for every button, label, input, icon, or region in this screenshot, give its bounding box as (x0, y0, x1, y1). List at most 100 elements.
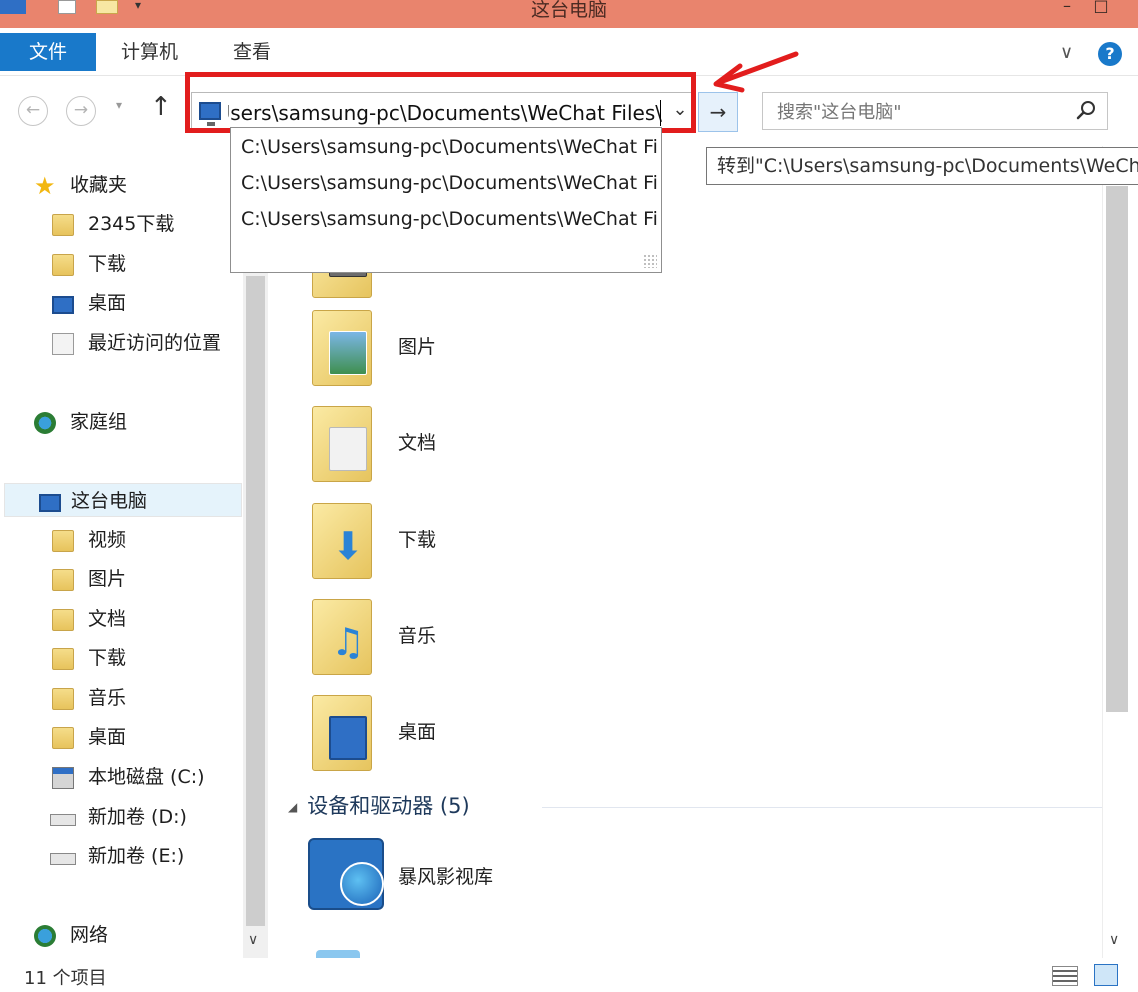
title-bar: ▾ 这台电脑 – □ (0, 0, 1138, 28)
sidebar-item-homegroup[interactable]: 家庭组 (30, 405, 270, 439)
drive-icon (50, 814, 76, 826)
content-scroll-thumb[interactable] (1106, 186, 1128, 712)
list-item[interactable]: 暴风影视库 (308, 838, 728, 918)
ribbon: 文件 计算机 查看 ∨ ? (0, 28, 1138, 76)
sidebar-item-label: 网络 (70, 924, 109, 946)
music-folder-icon (52, 688, 74, 710)
item-count: 11 个项目 (24, 968, 107, 989)
devices-group-header[interactable]: ◢ 设备和驱动器 (5) (288, 790, 1102, 826)
sidebar-item-label: 新加卷 (D:) (88, 806, 187, 828)
desktop-icon (52, 296, 74, 314)
downloads-folder-icon (52, 648, 74, 670)
network-icon (34, 925, 56, 947)
list-item[interactable]: 图片 (308, 308, 728, 398)
desktop-overlay (329, 716, 367, 760)
homegroup-icon (34, 412, 56, 434)
search-input[interactable] (777, 100, 1067, 124)
sidebar-item-label: 下载 (88, 253, 127, 275)
device-name: 暴风影视库 (398, 866, 494, 888)
local-disk-icon (52, 767, 74, 789)
list-item[interactable]: ⬇ 下载 (308, 501, 728, 591)
sidebar-item-label: 这台电脑 (71, 490, 148, 512)
back-button[interactable]: ← (18, 96, 48, 126)
sidebar-item-label: 下载 (88, 647, 127, 669)
sidebar-item-this-pc[interactable]: 这台电脑 (4, 483, 242, 517)
sidebar-item-label: 音乐 (88, 687, 127, 709)
desktop-folder-icon (52, 727, 74, 749)
sidebar-item-label: 文档 (88, 608, 127, 630)
search-box[interactable] (762, 92, 1108, 130)
minimize-button[interactable]: – (1056, 0, 1078, 18)
maximize-button[interactable]: □ (1090, 0, 1112, 18)
sidebar-item-label: 新加卷 (E:) (88, 845, 185, 867)
sidebar-item-label: 收藏夹 (70, 174, 128, 196)
search-icon[interactable] (1075, 99, 1097, 121)
sidebar-item-network[interactable]: 网络 (30, 918, 270, 952)
large-icons-view-icon[interactable] (1094, 964, 1118, 986)
status-bar: 11 个项目 (0, 958, 1138, 992)
up-button[interactable]: ↑ (150, 92, 172, 122)
folder-name: 图片 (398, 336, 437, 358)
divider (542, 807, 1102, 808)
annotation-arrow-icon (713, 51, 799, 93)
music-folder-icon: ♫ (312, 599, 372, 675)
details-view-icon[interactable] (1052, 966, 1078, 986)
documents-folder-icon (312, 406, 372, 482)
tab-computer[interactable]: 计算机 (121, 33, 178, 71)
drive-icon (316, 950, 360, 958)
window-title: 这台电脑 (530, 0, 607, 21)
recent-places-icon (52, 333, 74, 355)
sidebar-item-label: 2345下载 (88, 213, 175, 235)
sidebar-item-label: 本地磁盘 (C:) (88, 766, 205, 788)
star-icon: ★ (34, 172, 56, 200)
folder-name: 下载 (398, 529, 437, 551)
autocomplete-item[interactable]: C:\Users\samsung-pc\Documents\WeChat Fil… (241, 204, 659, 234)
autocomplete-item[interactable]: C:\Users\samsung-pc\Documents\WeChat Fil… (241, 168, 659, 198)
resize-grip-icon[interactable] (643, 254, 657, 268)
sidebar-item-label: 视频 (88, 529, 127, 551)
tab-view[interactable]: 查看 (233, 33, 271, 71)
expand-ribbon-icon[interactable]: ∨ (1060, 42, 1073, 63)
documents-overlay (329, 427, 367, 471)
music-note-icon: ♫ (330, 620, 366, 664)
media-library-icon (308, 838, 384, 910)
list-item[interactable]: 桌面 (308, 693, 728, 783)
list-item[interactable]: ♫ 音乐 (308, 597, 728, 687)
forward-button[interactable]: → (66, 96, 96, 126)
address-autocomplete-list: C:\Users\samsung-pc\Documents\WeChat Fil… (230, 127, 662, 273)
sidebar-item-label: 桌面 (88, 726, 127, 748)
desktop-folder-icon (312, 695, 372, 771)
scroll-down-icon[interactable]: ∨ (1109, 932, 1119, 948)
go-button[interactable]: → (698, 92, 738, 132)
folder-name: 桌面 (398, 721, 437, 743)
sidebar-item-label: 图片 (88, 568, 127, 590)
navigation-pane: ★ 收藏夹 2345下载 下载 桌面 最近访问的位置 家庭组 这台电脑 视频 图… (0, 146, 268, 958)
pictures-overlay (329, 331, 367, 375)
scroll-down-icon[interactable]: ∨ (248, 932, 258, 948)
documents-folder-icon (52, 609, 74, 631)
folder-icon (52, 214, 74, 236)
help-icon[interactable]: ? (1098, 42, 1122, 66)
pictures-folder-icon (312, 310, 372, 386)
tab-file[interactable]: 文件 (0, 33, 96, 71)
go-button-tooltip: 转到"C:\Users\samsung-pc\Documents\WeChat … (706, 147, 1138, 185)
globe-icon (340, 862, 384, 906)
address-highlight-annotation (185, 72, 696, 133)
folder-name: 音乐 (398, 625, 437, 647)
videos-folder-icon (52, 530, 74, 552)
collapse-arrow-icon[interactable]: ◢ (288, 800, 297, 814)
folder-name: 文档 (398, 432, 437, 454)
drive-icon (50, 853, 76, 865)
download-arrow-icon: ⬇ (332, 524, 364, 568)
recent-locations-icon[interactable]: ▾ (116, 98, 122, 112)
downloads-folder-icon: ⬇ (312, 503, 372, 579)
autocomplete-item[interactable]: C:\Users\samsung-pc\Documents\WeChat Fil… (241, 132, 659, 162)
sidebar-item-label: 家庭组 (70, 411, 128, 433)
list-item[interactable]: 文档 (308, 404, 728, 494)
pictures-folder-icon (52, 569, 74, 591)
downloads-folder-icon (52, 254, 74, 276)
sidebar-item-label: 桌面 (88, 292, 127, 314)
sidebar-scroll-thumb[interactable] (246, 276, 265, 926)
sidebar-item-label: 最近访问的位置 (88, 332, 222, 354)
content-scrollbar[interactable]: ∨ (1102, 146, 1130, 958)
